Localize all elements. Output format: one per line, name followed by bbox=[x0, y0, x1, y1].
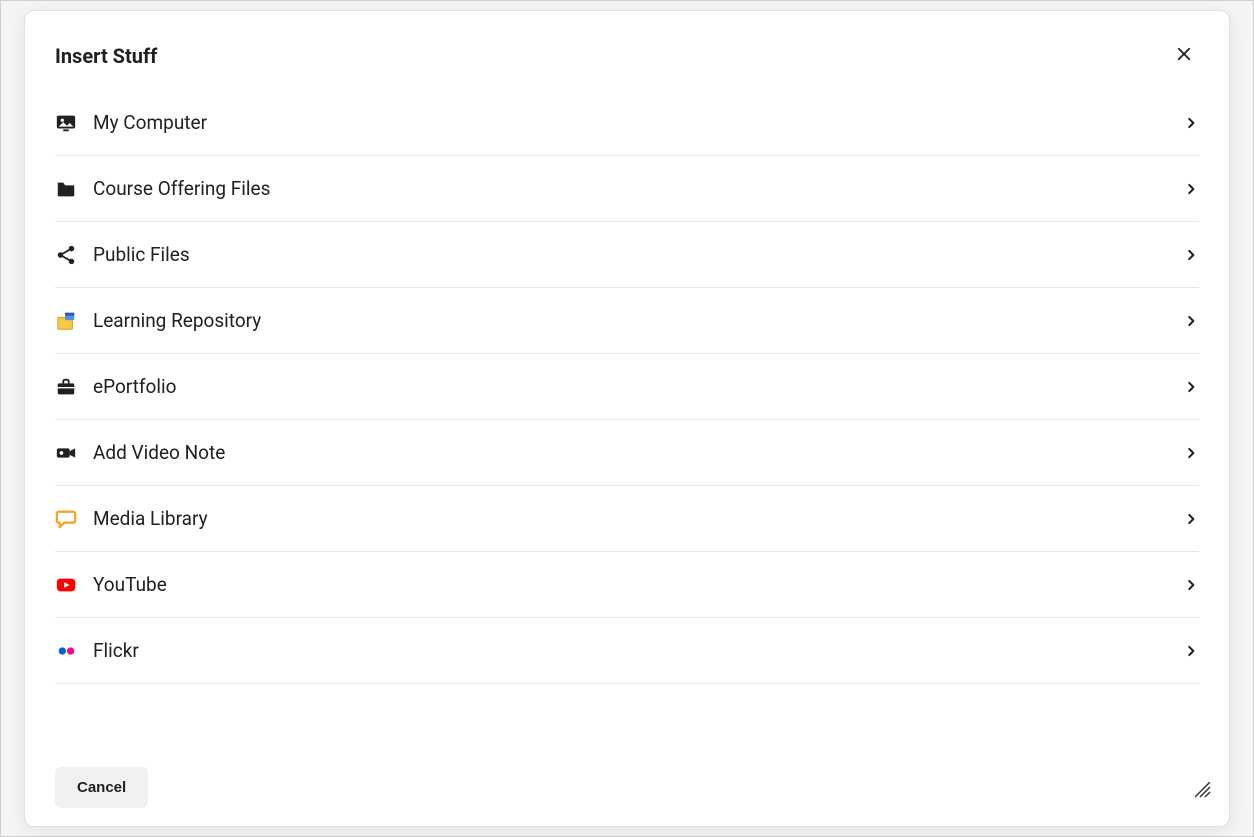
chevron-right-icon bbox=[1183, 247, 1199, 263]
source-label: Flickr bbox=[93, 639, 1183, 662]
source-item-media-library[interactable]: Media Library bbox=[55, 486, 1199, 552]
chevron-right-icon bbox=[1183, 511, 1199, 527]
resize-handle[interactable] bbox=[1191, 778, 1211, 798]
source-item-course-offering-files[interactable]: Course Offering Files bbox=[55, 156, 1199, 222]
source-item-learning-repository[interactable]: Learning Repository bbox=[55, 288, 1199, 354]
dialog-title: Insert Stuff bbox=[55, 44, 157, 68]
source-label: ePortfolio bbox=[93, 375, 1183, 398]
close-button[interactable] bbox=[1169, 39, 1199, 72]
briefcase-icon bbox=[55, 376, 77, 398]
folder-icon bbox=[55, 178, 77, 200]
chevron-right-icon bbox=[1183, 643, 1199, 659]
source-item-eportfolio[interactable]: ePortfolio bbox=[55, 354, 1199, 420]
chevron-right-icon bbox=[1183, 577, 1199, 593]
chat-bubble-icon bbox=[55, 508, 77, 530]
source-label: Course Offering Files bbox=[93, 177, 1183, 200]
source-label: Learning Repository bbox=[93, 309, 1183, 332]
source-item-flickr[interactable]: Flickr bbox=[55, 618, 1199, 684]
chevron-right-icon bbox=[1183, 313, 1199, 329]
source-item-youtube[interactable]: YouTube bbox=[55, 552, 1199, 618]
chevron-right-icon bbox=[1183, 379, 1199, 395]
source-label: Add Video Note bbox=[93, 441, 1183, 464]
source-item-my-computer[interactable]: My Computer bbox=[55, 90, 1199, 156]
source-label: Media Library bbox=[93, 507, 1183, 530]
source-item-public-files[interactable]: Public Files bbox=[55, 222, 1199, 288]
youtube-icon bbox=[55, 574, 77, 596]
flickr-icon bbox=[55, 640, 77, 662]
source-label: Public Files bbox=[93, 243, 1183, 266]
dialog-header: Insert Stuff bbox=[25, 11, 1229, 90]
chevron-right-icon bbox=[1183, 445, 1199, 461]
source-list: My Computer Course Offering Files bbox=[55, 90, 1199, 724]
video-camera-icon bbox=[55, 442, 77, 464]
repository-icon bbox=[55, 310, 77, 332]
share-icon bbox=[55, 244, 77, 266]
dialog-footer: Cancel bbox=[25, 751, 1229, 826]
source-label: My Computer bbox=[93, 111, 1183, 134]
image-icon bbox=[55, 112, 77, 134]
cancel-button[interactable]: Cancel bbox=[55, 767, 148, 808]
insert-stuff-dialog: Insert Stuff My bbox=[24, 10, 1230, 827]
chevron-right-icon bbox=[1183, 115, 1199, 131]
source-item-add-video-note[interactable]: Add Video Note bbox=[55, 420, 1199, 486]
chevron-right-icon bbox=[1183, 181, 1199, 197]
source-label: YouTube bbox=[93, 573, 1183, 596]
source-list-scroll[interactable]: My Computer Course Offering Files bbox=[25, 90, 1229, 751]
close-icon bbox=[1175, 45, 1193, 66]
